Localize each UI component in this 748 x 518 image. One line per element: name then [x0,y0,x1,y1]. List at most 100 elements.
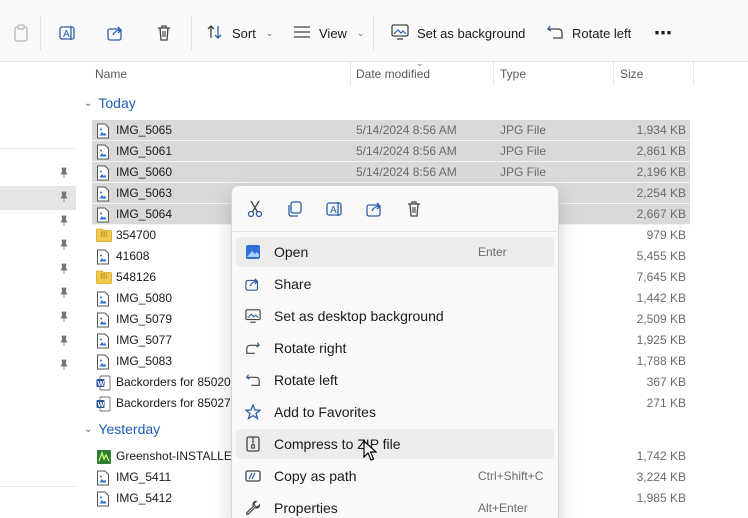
svg-text:A: A [63,29,70,40]
svg-text:A: A [330,205,337,216]
file-name: Backorders for 85020 [116,375,231,389]
file-size: 1,442 KB [636,291,686,305]
toolbar-divider [191,16,192,50]
toolbar-divider [373,16,374,50]
file-name: IMG_5077 [116,333,173,347]
file-name: Backorders for 85027 [116,396,231,410]
file-name: 354700 [116,228,157,242]
sort-chevron-icon: ⌄ [416,58,424,68]
see-more-button[interactable]: ⋯ [654,17,672,49]
zip-folder-icon [96,228,112,244]
image-file-icon [96,165,110,181]
share-icon[interactable] [364,198,386,220]
column-divider[interactable] [350,62,351,86]
toolbar-divider [40,16,41,50]
chevron-down-icon: ⌄ [265,27,274,38]
file-name: IMG_5411 [116,470,172,484]
column-divider[interactable] [693,62,694,86]
zip-folder-icon [244,435,262,453]
desktop-background-icon [244,307,262,325]
file-name: IMG_5080 [116,291,173,305]
view-button[interactable]: View ⌄ [293,17,365,49]
file-name: IMG_5065 [116,123,173,137]
delete-icon[interactable] [153,22,175,44]
pin-icon[interactable] [58,167,70,179]
file-row[interactable]: IMG_5065 5/14/2024 8:56 AM JPG File 1,934 K… [92,120,690,141]
nav-divider [0,148,76,149]
menu-item-set-desktop-background[interactable]: Set as desktop background [236,301,554,331]
copy-icon[interactable] [284,198,306,220]
nav-divider [0,486,76,487]
pin-icon[interactable] [58,191,70,203]
file-type: JPG File [500,165,547,179]
sort-button[interactable]: Sort ⌄ [206,17,273,49]
more-icon: ⋯ [654,22,672,43]
file-date-modified: 5/14/2024 8:56 AM [356,144,457,158]
pin-icon[interactable] [58,287,70,299]
view-label: View [319,25,347,41]
group-header-yesterday[interactable]: ⌄ Yesterday [84,421,160,437]
image-file-icon [96,354,110,370]
pin-icon[interactable] [58,311,70,323]
zip-folder-icon [96,270,112,286]
rotate-left-icon [244,371,262,389]
file-name: Greenshot-INSTALLER [116,449,241,463]
rename-icon[interactable]: A [324,198,346,220]
menu-item-rotate-left[interactable]: Rotate left [236,365,554,395]
image-file-icon [96,186,110,202]
desktop-background-icon [391,23,409,43]
file-size: 271 KB [646,396,686,410]
chevron-down-icon: ⌄ [356,27,365,38]
menu-item-copy-as-path[interactable]: Copy as path Ctrl+Shift+C [236,461,554,491]
star-icon [244,403,262,421]
photos-app-icon [244,243,262,261]
file-size: 979 KB [646,228,686,242]
column-divider[interactable] [613,62,614,86]
column-header-size[interactable]: Size [620,62,643,86]
rename-icon[interactable]: A [57,22,79,44]
file-size: 2,254 KB [636,186,686,200]
word-doc-icon: W [96,375,111,391]
file-size: 5,455 KB [636,249,686,263]
file-row[interactable]: IMG_5061 5/14/2024 8:56 AM JPG File 2,861 K… [92,141,690,162]
menu-item-properties[interactable]: Properties Alt+Enter [236,493,554,518]
command-bar: A Sort ⌄ View ⌄ Set as background Rotate… [0,0,748,62]
rotate-left-icon [546,24,564,43]
menu-item-add-to-favorites[interactable]: Add to Favorites [236,397,554,427]
wrench-icon [244,499,262,517]
pin-icon[interactable] [58,263,70,275]
file-name: IMG_5063 [116,186,173,200]
file-name: IMG_5079 [116,312,173,326]
pin-icon[interactable] [58,215,70,227]
menu-item-compress-to-zip[interactable]: Compress to ZIP file [236,429,554,459]
paste-icon[interactable] [10,22,32,44]
column-divider[interactable] [493,62,494,86]
file-date-modified: 5/14/2024 8:56 AM [356,165,457,179]
set-as-background-label: Set as background [417,25,526,41]
column-header-name[interactable]: Name [95,62,127,86]
pin-icon[interactable] [58,335,70,347]
image-file-icon [96,123,110,139]
pin-icon[interactable] [58,359,70,371]
file-size: 2,667 KB [636,207,686,221]
set-as-background-button[interactable]: Set as background [391,17,525,49]
menu-item-rotate-right[interactable]: Rotate right [236,333,554,363]
share-icon[interactable] [105,22,127,44]
column-header-type[interactable]: Type [500,62,526,86]
file-size: 367 KB [646,375,686,389]
image-file-icon [96,249,110,265]
word-doc-icon: W [96,396,111,412]
rotate-left-button[interactable]: Rotate left [546,17,631,49]
file-size: 1,985 KB [636,491,686,505]
menu-item-share[interactable]: Share [236,269,554,299]
image-file-icon [96,333,110,349]
file-size: 2,861 KB [636,144,686,158]
delete-icon[interactable] [403,198,425,220]
cut-icon[interactable] [244,198,266,220]
pin-icon[interactable] [58,239,70,251]
navigation-pane [0,62,76,518]
group-header-today[interactable]: ⌄ Today [84,95,136,111]
file-row[interactable]: IMG_5060 5/14/2024 8:56 AM JPG File 2,196 K… [92,162,690,183]
menu-item-open[interactable]: Open Enter [236,237,554,267]
image-file-icon [96,291,110,307]
